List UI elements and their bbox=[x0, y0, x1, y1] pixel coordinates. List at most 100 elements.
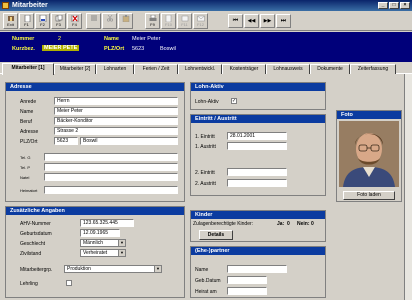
kinder-title: Kinder bbox=[191, 211, 325, 219]
nummer-value: 2 bbox=[58, 36, 62, 42]
save-icon bbox=[39, 15, 46, 22]
tel-g-field[interactable] bbox=[44, 153, 178, 161]
name-field[interactable]: Meier Peter bbox=[54, 107, 178, 115]
print-button[interactable]: F9 bbox=[145, 13, 160, 29]
preview-button[interactable]: F10 bbox=[161, 13, 176, 29]
exit-button[interactable]: Exit bbox=[3, 13, 18, 29]
plz-value: 5623 bbox=[132, 46, 145, 52]
tab-mitarbeiter-2[interactable]: Mitarbeiter [2] bbox=[54, 64, 96, 74]
nein-value: 0 bbox=[311, 221, 314, 227]
geburtsdatum-field[interactable]: 12.09.1965 bbox=[80, 229, 120, 237]
lohn-aktiv-title: Lohn-Aktiv bbox=[191, 83, 325, 91]
geschlecht-label: Geschlecht bbox=[20, 241, 46, 247]
mitarbeitergruppe-label: Mitarbeitergrp. bbox=[20, 267, 53, 273]
anrede-label: Anrede bbox=[20, 99, 37, 105]
export-button[interactable]: F11 bbox=[177, 13, 192, 29]
tab-mitarbeiter-1[interactable]: Mitarbeiter [1] bbox=[2, 63, 54, 75]
first-record-button[interactable]: ⏮ bbox=[228, 14, 243, 28]
export-icon bbox=[181, 15, 188, 22]
vertical-scrollbar[interactable] bbox=[404, 74, 412, 300]
copy-icon bbox=[55, 15, 62, 22]
mitarbeitergruppe-select[interactable]: Produktion ▼ bbox=[64, 265, 162, 273]
window-title-bar: Mitarbeiter _ □ × bbox=[0, 0, 412, 11]
partner-name-label: Name bbox=[195, 267, 209, 273]
geburtsdatum-label: Geburtsdatum bbox=[20, 231, 52, 237]
lehrling-label: Lehrling bbox=[20, 281, 38, 287]
eintritt-1-field[interactable]: 28.01.2001 bbox=[227, 132, 287, 140]
paste-button[interactable] bbox=[118, 13, 133, 29]
foto-title: Foto bbox=[337, 111, 401, 119]
new-button[interactable]: F1 bbox=[19, 13, 34, 29]
ahv-field[interactable]: 123.65.325.445 bbox=[80, 219, 134, 227]
austritt-1-field[interactable] bbox=[227, 142, 287, 150]
austritt-1-label: 1. Austritt bbox=[195, 144, 216, 150]
mail-button[interactable]: F12 bbox=[193, 13, 208, 29]
mail-icon bbox=[196, 15, 205, 22]
last-record-button[interactable]: ⏭ bbox=[276, 14, 291, 28]
chevron-down-icon: ▼ bbox=[118, 240, 125, 246]
app-icon bbox=[2, 2, 9, 9]
mitarbeitergruppe-value: Produktion bbox=[67, 266, 91, 272]
ja-label: Ja: bbox=[277, 221, 285, 227]
eintritt-2-label: 2. Eintritt bbox=[195, 170, 215, 176]
nummer-label: Nummer bbox=[12, 36, 35, 42]
copy-button[interactable]: F3 bbox=[51, 13, 66, 29]
tel-p-field[interactable] bbox=[44, 163, 178, 171]
tab-zeiterfassung[interactable]: Zeiterfassung bbox=[350, 64, 396, 74]
ort-field[interactable]: Boswil bbox=[80, 137, 178, 145]
partner-geb-field[interactable] bbox=[227, 276, 267, 284]
chevron-down-icon: ▼ bbox=[154, 266, 161, 272]
anrede-field[interactable]: Herrn bbox=[54, 97, 178, 105]
details-button[interactable]: Details bbox=[199, 230, 233, 240]
eintritt-2-field[interactable] bbox=[227, 168, 287, 176]
plz-field[interactable]: 5623 bbox=[54, 137, 78, 145]
zivilstand-value: Verheiratet bbox=[83, 250, 108, 256]
kurzbez-label: Kurzbez. bbox=[12, 46, 35, 52]
adresse-field[interactable]: Strasse 2 bbox=[54, 127, 178, 135]
plz-label: PLZ/Ort bbox=[104, 46, 125, 52]
heirat-field[interactable] bbox=[227, 287, 267, 295]
adresse-label: Adresse bbox=[20, 129, 39, 135]
tab-lohnarten[interactable]: Lohnarten bbox=[96, 64, 134, 74]
partner-geb-label: Geb.Datum bbox=[195, 278, 221, 284]
adresse-panel: Adresse Anrede Herrn Name Meier Peter Be… bbox=[5, 82, 185, 202]
tab-lohnausweis[interactable]: Lohnausweis bbox=[266, 64, 310, 74]
adresse-title: Adresse bbox=[6, 83, 184, 91]
heirat-label: Heirat am bbox=[195, 289, 217, 295]
minimize-button[interactable]: _ bbox=[378, 2, 388, 9]
tab-lohnentwicklung[interactable]: Lohnentwickl. bbox=[178, 64, 222, 74]
natel-label: Natel bbox=[20, 175, 30, 180]
paste-icon bbox=[122, 15, 129, 22]
delete-icon bbox=[71, 15, 78, 22]
toolbar: Exit F1 F2 F3 F4 F9 F10 F11 F12 ⏮ ◀◀ ▶▶ … bbox=[0, 11, 412, 31]
name-label: Name bbox=[104, 36, 119, 42]
geschlecht-select[interactable]: Männlich ▼ bbox=[80, 239, 126, 247]
record-header: Nummer 2 Kurzbez. MEIER PETE Name Meier … bbox=[0, 32, 412, 62]
geschlecht-value: Männlich bbox=[83, 240, 104, 246]
next-record-button[interactable]: ▶▶ bbox=[260, 14, 275, 28]
tab-kostentraeger[interactable]: Kostenträger bbox=[222, 64, 266, 74]
natel-field[interactable] bbox=[44, 173, 178, 181]
lohn-aktiv-checkbox[interactable]: ✓ bbox=[231, 98, 237, 104]
close-button[interactable]: × bbox=[400, 2, 410, 9]
lehrling-checkbox[interactable] bbox=[66, 280, 72, 286]
partner-name-field[interactable] bbox=[227, 265, 287, 273]
foto-laden-button[interactable]: Foto laden bbox=[343, 191, 395, 200]
zusatz-panel: Zusätzliche Angaben AHV-Nummer 123.65.32… bbox=[5, 206, 185, 298]
delete-button[interactable]: F4 bbox=[67, 13, 82, 29]
heimatort-field[interactable] bbox=[44, 186, 178, 194]
zivilstand-select[interactable]: Verheiratet ▼ bbox=[80, 249, 126, 257]
kinder-panel: Kinder Zulagenberechtigte Kinder: Ja: 0 … bbox=[190, 210, 326, 242]
cut-icon bbox=[106, 15, 113, 22]
beruf-field[interactable]: Bäcker-Konditor bbox=[54, 117, 178, 125]
list-button[interactable] bbox=[86, 13, 101, 29]
tab-ferien-zeit[interactable]: Ferien / Zeit bbox=[134, 64, 178, 74]
save-button[interactable]: F2 bbox=[35, 13, 50, 29]
previous-record-button[interactable]: ◀◀ bbox=[244, 14, 259, 28]
maximize-button[interactable]: □ bbox=[389, 2, 399, 9]
employee-photo bbox=[339, 121, 399, 187]
cut-button[interactable] bbox=[102, 13, 117, 29]
tab-dokumente[interactable]: Dokumente bbox=[310, 64, 350, 74]
print-icon bbox=[149, 15, 156, 21]
austritt-2-field[interactable] bbox=[227, 179, 287, 187]
